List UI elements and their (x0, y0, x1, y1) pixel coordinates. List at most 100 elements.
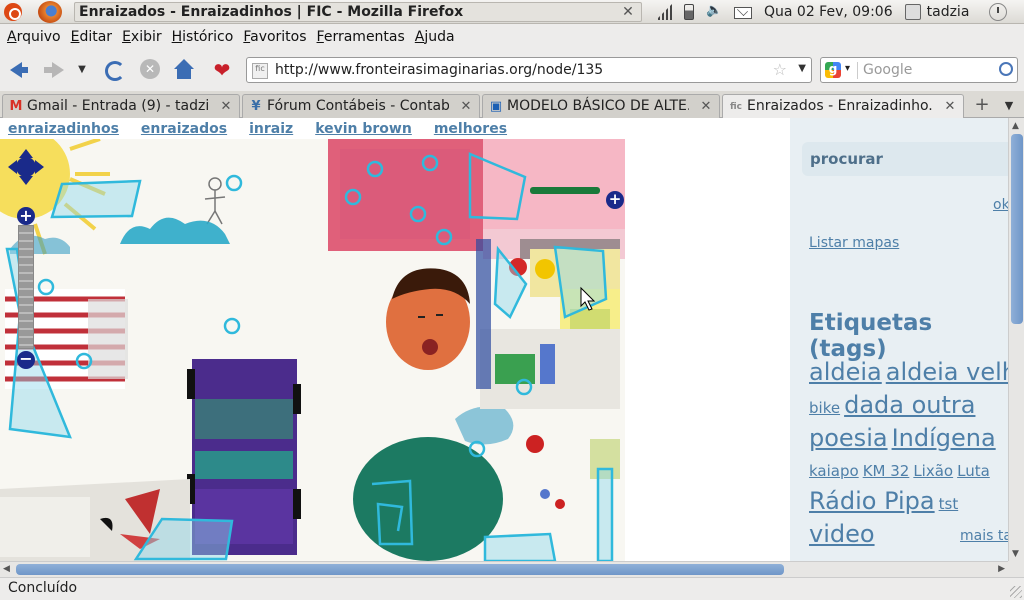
pan-control-icon[interactable] (8, 149, 44, 185)
site-identity-icon[interactable]: fic (252, 63, 268, 79)
network-signal-icon[interactable] (656, 4, 672, 20)
clock[interactable]: Qua 02 Fev, 09:06 (764, 4, 893, 20)
scroll-thumb[interactable] (1011, 134, 1023, 324)
more-tags-link[interactable]: mais tags (960, 528, 1008, 544)
google-engine-icon[interactable] (824, 62, 858, 79)
layer-switcher-icon[interactable]: + (606, 191, 624, 209)
nav-link-melhores[interactable]: melhores (434, 121, 507, 137)
list-maps-link[interactable]: Listar mapas (809, 235, 899, 251)
tab-gmail[interactable]: M Gmail - Entrada (9) - tadzi... ✕ (2, 94, 240, 118)
tab-label: Fórum Contábeis - Contab... (267, 98, 449, 114)
close-icon[interactable]: ✕ (219, 100, 233, 114)
tag-link[interactable]: Indígena (892, 424, 996, 452)
history-dropdown-icon[interactable]: ▼ (74, 58, 90, 82)
menu-ajuda[interactable]: Ajuda (410, 29, 460, 45)
tag-link[interactable]: KM 32 (863, 462, 910, 480)
nav-link-inraiz[interactable]: inraiz (249, 121, 293, 137)
back-icon[interactable] (8, 58, 32, 82)
volume-icon[interactable] (706, 3, 722, 20)
zoom-out-icon[interactable]: − (17, 351, 35, 369)
system-tray: Qua 02 Fev, 09:06 tadzia (656, 3, 1008, 21)
zoom-slider[interactable] (18, 225, 34, 349)
power-icon[interactable] (989, 3, 1008, 21)
tag-link[interactable]: kaiapo (809, 462, 859, 480)
close-icon[interactable]: ✕ (459, 100, 473, 114)
menu-ferramentas[interactable]: Ferramentas (312, 29, 410, 45)
tab-modelo[interactable]: ▣ MODELO BÁSICO DE ALTE... ✕ (482, 94, 720, 118)
zoom-in-icon[interactable]: + (17, 207, 35, 225)
tag-cloud: aldeiaaldeia velha bikedada outra poesia… (809, 358, 1008, 553)
tag-link[interactable]: aldeia velha (886, 358, 1008, 386)
firefox-logo-icon[interactable] (38, 1, 62, 23)
tag-link[interactable]: Lixão (913, 462, 953, 480)
scroll-thumb[interactable] (16, 564, 784, 575)
scroll-corner (1008, 561, 1024, 577)
menu-editar[interactable]: Editar (66, 29, 117, 45)
search-block: procurar (802, 142, 1008, 176)
doc-icon: ▣ (489, 99, 503, 114)
window-title: Enraizados - Enraizadinhos | FIC - Mozil… (74, 2, 642, 22)
close-icon[interactable]: ✕ (699, 100, 713, 114)
tab-label: MODELO BÁSICO DE ALTE... (507, 98, 689, 114)
gmail-icon: M (9, 99, 23, 114)
page-nav: enraizadinhos enraizados inraiz kevin br… (8, 121, 507, 137)
url-dropdown-icon[interactable]: ▼ (798, 63, 806, 74)
mail-icon[interactable] (734, 7, 752, 19)
heart-icon[interactable]: ❤ (210, 58, 234, 82)
menu-favoritos[interactable]: Favoritos (238, 29, 311, 45)
nav-link-enraizadinhos[interactable]: enraizadinhos (8, 121, 119, 137)
tab-forum[interactable]: ¥ Fórum Contábeis - Contab... ✕ (242, 94, 480, 118)
menu-arquivo[interactable]: Arquivo (2, 29, 66, 45)
search-block-title: procurar (810, 150, 883, 168)
resize-grip-icon[interactable] (1010, 586, 1022, 598)
status-text: Concluído (8, 580, 78, 596)
tag-link[interactable]: poesia (809, 424, 888, 452)
forum-icon: ¥ (251, 99, 261, 114)
new-tab-icon[interactable]: + (972, 96, 992, 116)
url-text[interactable]: http://www.fronteirasimaginarias.org/nod… (275, 62, 603, 78)
menu-historico[interactable]: Histórico (167, 29, 239, 45)
tag-link[interactable]: Rádio Pipa (809, 487, 935, 515)
tag-link[interactable]: aldeia (809, 358, 882, 386)
tag-link[interactable]: video (809, 520, 875, 548)
horizontal-scrollbar[interactable]: ◀ ▶ (0, 561, 1008, 577)
home-icon[interactable] (172, 58, 196, 82)
forward-icon[interactable] (42, 58, 66, 82)
search-bar[interactable]: Google (820, 57, 1018, 83)
face-drawing (386, 268, 470, 370)
star-icon[interactable]: ☆ (773, 60, 787, 79)
tab-enraizados[interactable]: fic Enraizados - Enraizadinho... ✕ (722, 94, 964, 119)
menu-exibir[interactable]: Exibir (117, 29, 167, 45)
drawing-map[interactable]: + − + (0, 139, 625, 561)
close-icon[interactable]: ✕ (943, 100, 957, 114)
tab-label: Enraizados - Enraizadinho... (747, 98, 933, 114)
menu-bar: Arquivo Editar Exibir Histórico Favorito… (0, 25, 1024, 49)
tab-label: Gmail - Entrada (9) - tadzi... (27, 98, 209, 114)
vertical-scrollbar[interactable]: ▲ ▼ (1008, 118, 1024, 561)
search-input[interactable]: Google (863, 62, 912, 78)
tag-link[interactable]: tst (939, 495, 959, 513)
tags-heading: Etiquetas (tags) (809, 310, 933, 362)
stop-icon[interactable] (138, 58, 162, 82)
user-name[interactable]: tadzia (927, 4, 970, 20)
top-panel: Enraizados - Enraizadinhos | FIC - Mozil… (0, 0, 1024, 24)
scroll-up-icon[interactable]: ▲ (1012, 121, 1019, 131)
map-drawing[interactable] (0, 139, 625, 561)
reload-icon[interactable] (102, 58, 126, 82)
tag-link[interactable]: dada outra (844, 391, 975, 419)
ok-button[interactable]: ok (993, 197, 1008, 213)
nav-link-kevin-brown[interactable]: kevin brown (315, 121, 412, 137)
tab-list-icon[interactable]: ▼ (1000, 96, 1018, 116)
scroll-right-icon[interactable]: ▶ (998, 564, 1005, 574)
tag-link[interactable]: Luta (957, 462, 990, 480)
window-close-icon[interactable]: ✕ (620, 4, 636, 20)
tag-link[interactable]: bike (809, 399, 840, 417)
user-icon[interactable] (904, 4, 921, 20)
scroll-down-icon[interactable]: ▼ (1012, 549, 1019, 559)
search-icon[interactable] (999, 62, 1013, 76)
nav-link-enraizados[interactable]: enraizados (141, 121, 227, 137)
url-bar[interactable]: fic http://www.fronteirasimaginarias.org… (246, 57, 812, 83)
ubuntu-logo-icon[interactable] (4, 3, 22, 21)
scroll-left-icon[interactable]: ◀ (3, 564, 10, 574)
battery-icon[interactable] (684, 4, 694, 20)
